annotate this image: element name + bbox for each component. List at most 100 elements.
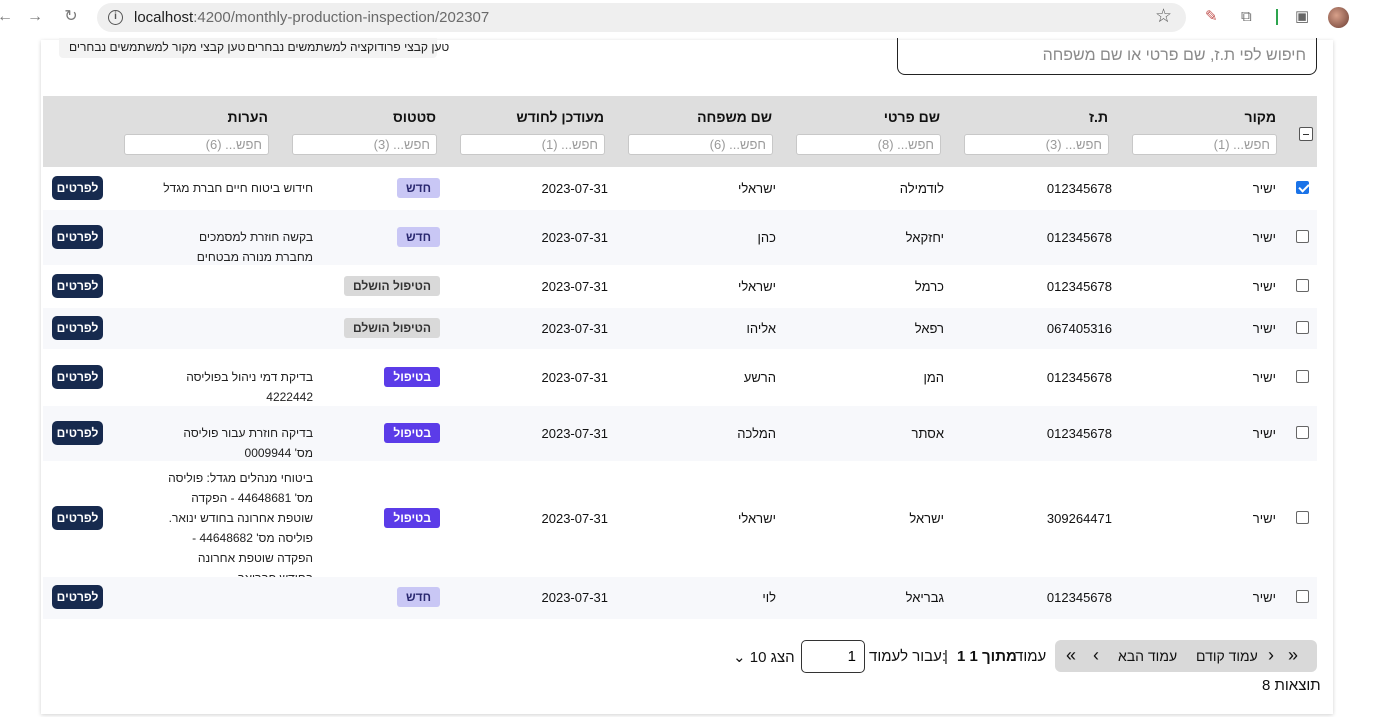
details-button[interactable]: לפרטים	[52, 224, 103, 249]
color-picker-icon[interactable]: ✎	[1205, 7, 1218, 27]
filter-id-input[interactable]	[964, 134, 1109, 155]
filter-first-name-input[interactable]	[796, 134, 941, 155]
table-row[interactable]: ישיר 012345678 לודמילה ישראלי 2023-07-31 חדש ח…	[43, 167, 1317, 210]
cell-source: ישיר	[1252, 229, 1276, 245]
cell-updated-month: 2023-07-31	[541, 278, 609, 294]
toolbar-divider	[1276, 9, 1278, 25]
row-checkbox[interactable]	[1296, 320, 1309, 334]
details-button[interactable]: לפרטים	[52, 175, 103, 200]
side-panel-icon[interactable]: ▣	[1295, 7, 1309, 27]
row-checkbox[interactable]	[1296, 425, 1309, 439]
cell-first-name: רפאל	[914, 320, 944, 336]
column-header-id[interactable]: ת.ז	[1089, 109, 1108, 125]
column-header-source[interactable]: מקור	[1245, 109, 1276, 125]
column-header-first-name[interactable]: שם פרטי	[884, 109, 940, 125]
table-row[interactable]: ישיר 067405316 רפאל אליהו 2023-07-31 הטיפול ה…	[43, 308, 1317, 349]
row-checkbox[interactable]	[1296, 180, 1309, 194]
chevron-down-icon: ⌄	[733, 649, 746, 666]
arrow-right-icon[interactable]: →	[26, 5, 44, 29]
cell-source: ישיר	[1252, 369, 1276, 385]
cell-id: 012345678	[1046, 229, 1112, 245]
cell-notes: חידוש ביטוח חיים חברת מגדל	[163, 180, 313, 195]
pagination-controls: » › עמוד קודם עמוד הבא ‹ «	[1055, 640, 1317, 672]
select-all-checkbox[interactable]	[1299, 127, 1313, 141]
details-button[interactable]: לפרטים	[52, 315, 103, 340]
status-badge: בטיפול	[384, 508, 440, 528]
cell-first-name: לודמילה	[899, 180, 944, 196]
details-button[interactable]: לפרטים	[52, 585, 103, 609]
cell-source: ישיר	[1252, 425, 1276, 441]
double-chevron-right-icon[interactable]: »	[1288, 645, 1298, 665]
cell-updated-month: 2023-07-31	[541, 425, 609, 441]
arrow-left-icon[interactable]: ←	[0, 5, 14, 29]
details-button[interactable]: לפרטים	[52, 506, 103, 530]
page-size-label: הצג 10	[749, 649, 795, 666]
row-checkbox[interactable]	[1296, 229, 1309, 243]
details-button[interactable]: לפרטים	[52, 420, 103, 445]
column-header-status[interactable]: סטטוס	[393, 109, 436, 125]
filter-updated-month-input[interactable]	[460, 134, 605, 155]
profile-avatar[interactable]	[1328, 7, 1349, 28]
row-checkbox[interactable]	[1296, 278, 1309, 292]
table-row[interactable]: ישיר 012345678 יחזקאל כהן 2023-07-31 חדש בקשה …	[43, 210, 1317, 265]
results-count: 8 תוצאות	[1262, 677, 1321, 694]
search-field[interactable]	[897, 38, 1317, 75]
page-of-text: 1 מתוך 1	[957, 648, 1017, 665]
cell-last-name: אליהו	[746, 320, 776, 336]
row-checkbox[interactable]	[1296, 511, 1309, 524]
status-badge: חדש	[396, 587, 440, 607]
status-badge: חדש	[396, 226, 440, 247]
table-row[interactable]: ישיר 012345678 כרמל ישראלי 2023-07-31 הטיפול …	[43, 265, 1317, 308]
prev-page-button[interactable]: עמוד קודם	[1196, 646, 1258, 666]
cell-updated-month: 2023-07-31	[541, 590, 609, 605]
column-header-updated-month[interactable]: מעודכן לחודש	[516, 109, 604, 125]
cell-notes: בדיקה חוזרת עבור פוליסה מס' 0009944	[183, 425, 313, 460]
filter-notes-input[interactable]	[124, 134, 269, 155]
browser-toolbar: ← → ↻ i localhost:4200/monthly-productio…	[0, 0, 1373, 34]
cell-last-name: כהן	[757, 229, 776, 245]
cell-first-name: המן	[923, 369, 944, 385]
row-checkbox[interactable]	[1296, 369, 1309, 383]
chevron-right-icon[interactable]: ›	[1268, 645, 1274, 665]
table-row[interactable]: ישיר 012345678 אסתר המלכה 2023-07-31 בטיפול בד…	[43, 406, 1317, 461]
reload-icon[interactable]: ↻	[62, 5, 80, 29]
next-page-button[interactable]: עמוד הבא	[1118, 646, 1177, 666]
page-word: עמוד	[1015, 648, 1047, 665]
filter-source-input[interactable]	[1132, 134, 1277, 155]
cell-last-name: ישראלי	[738, 180, 776, 196]
extensions-icon[interactable]: ⧉	[1241, 7, 1252, 27]
table-row[interactable]: ישיר 012345678 המן הרשע 2023-07-31 בטיפול בדיק…	[43, 349, 1317, 406]
page-size-select[interactable]: ⌄ הצג 10	[733, 648, 795, 666]
cell-last-name: ישראלי	[738, 511, 776, 526]
cell-first-name: יחזקאל	[905, 229, 944, 245]
column-header-notes[interactable]: הערות	[228, 109, 268, 125]
filter-last-name-input[interactable]	[628, 134, 773, 155]
double-chevron-left-icon[interactable]: «	[1066, 645, 1076, 665]
goto-page-input[interactable]	[801, 640, 865, 673]
filter-status-input[interactable]	[292, 134, 437, 155]
search-input[interactable]	[898, 38, 1316, 74]
cell-source: ישיר	[1252, 278, 1276, 294]
table-row[interactable]: ישיר 012345678 גבריאל לוי 2023-07-31 חדש לפרטי…	[43, 577, 1317, 619]
cell-source: ישיר	[1252, 511, 1276, 526]
details-button[interactable]: לפרטים	[52, 364, 103, 389]
column-header-last-name[interactable]: שם משפחה	[697, 109, 772, 125]
details-button[interactable]: לפרטים	[52, 273, 103, 298]
address-bar[interactable]: i localhost:4200/monthly-production-insp…	[97, 3, 1186, 32]
cell-source: ישיר	[1252, 180, 1276, 196]
cell-last-name: ישראלי	[738, 278, 776, 294]
cell-source: ישיר	[1252, 590, 1276, 605]
bookmark-star-icon[interactable]: ☆	[1155, 5, 1172, 28]
cell-first-name: ישראל	[909, 511, 944, 526]
table-row[interactable]: ישיר 309264471 ישראל ישראלי 2023-07-31 בטיפול…	[43, 461, 1317, 585]
row-checkbox[interactable]	[1296, 590, 1309, 603]
cell-notes: בדיקת דמי ניהול בפוליסה 4222442	[186, 369, 313, 404]
status-badge: בטיפול	[384, 366, 440, 387]
cell-last-name: לוי	[762, 590, 776, 605]
chevron-left-icon[interactable]: ‹	[1093, 645, 1099, 665]
site-info-icon[interactable]: i	[108, 10, 123, 25]
cell-updated-month: 2023-07-31	[541, 369, 609, 385]
load-production-files-button[interactable]: טען קבצי פרודוקציה למשתמשים נבחרים	[247, 40, 449, 54]
load-source-files-button[interactable]: טען קבצי מקור למשתמשים נבחרים	[69, 40, 245, 54]
cell-id: 309264471	[1046, 511, 1112, 526]
